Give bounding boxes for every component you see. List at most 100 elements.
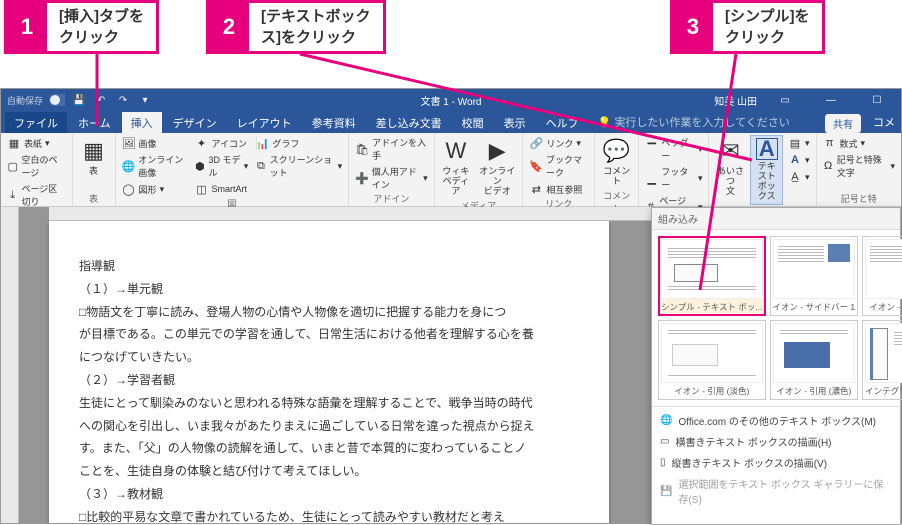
document-page[interactable]: 指導観 （１）→単元観 □物語文を丁寧に読み、登場人物の心情や人物像を適切に把握… [49,221,609,523]
comment-button[interactable]: 💬 コメント [599,135,634,189]
get-addins-button[interactable]: 🛍アドインを入手 [353,135,430,163]
gallery-more-office[interactable]: 🌐Office.com のその他のテキスト ボックス(M) [652,410,900,431]
page-break-icon: ⤓ [7,188,18,202]
gallery-item-simple-label: シンプル - テキスト ボッ... [661,301,763,313]
instruction-callouts: 1 [挿入]タブを クリック 2 [テキストボック ス]をクリック 3 [シンプ… [0,0,902,80]
tab-design[interactable]: デザイン [164,112,226,133]
autosave-label: 自動保存 [7,92,43,108]
equation-button[interactable]: π数式 ▾ [821,135,898,151]
symbol-button[interactable]: Ω記号と特殊文字 ▾ [821,152,898,180]
gallery-item-simple[interactable]: シンプル - テキスト ボッ... [658,236,766,316]
link-button[interactable]: 🔗リンク ▾ [527,135,590,151]
gallery-item-ion-quote-light[interactable]: イオン - 引用 (淡色) [658,320,766,400]
dropcap-icon: A̲ [788,170,802,184]
tab-help[interactable]: ヘルプ [537,112,588,133]
greeting-button[interactable]: ✉ あいさつ 文 [713,135,747,199]
gallery-item-integral-label: インテグラル - サイ [865,385,902,397]
lightbulb-icon: 💡 [598,117,612,129]
callout-1-num: 1 [7,3,47,51]
gallery-item-ion-quote-dark[interactable]: イオン - 引用 (濃色) [770,320,859,400]
shapes-button[interactable]: ◯図形 ▾ [120,181,190,197]
tab-mailings[interactable]: 差し込み文書 [367,112,451,133]
callout-3-text: [シンプル]を クリック [713,3,822,51]
user-name[interactable]: 知美 山田 [714,93,757,108]
ribbon-group-addins-label: アドイン [353,192,430,206]
pictures-button[interactable]: 🖼画像 [120,135,190,151]
tab-home[interactable]: ホーム [69,112,120,133]
footer-button[interactable]: ▁フッター ▾ [643,164,704,192]
gallery-save-selection[interactable]: 💾選択範囲をテキスト ボックス ギャラリーに保存(S) [652,473,900,509]
ribbon-group-symbols-label: 記号と特 [821,192,898,206]
gallery-drawh-label: 横書きテキスト ボックスの描画(H) [675,434,831,449]
ribbon-display-icon[interactable]: ▭ [767,89,803,111]
crossref-button[interactable]: ⇄相互参照 [527,181,590,197]
tab-insert[interactable]: 挿入 [122,112,162,133]
comments-toggle[interactable]: コメ [867,111,901,133]
wikipedia-icon: W [442,137,470,165]
callout-3: 3 [シンプル]を クリック [670,0,825,54]
gallery-draw-horizontal[interactable]: ▭横書きテキスト ボックスの描画(H) [652,431,900,452]
screenshot-button[interactable]: ⧉スクリーンショット ▾ [253,152,344,180]
addins-icon: ➕ [355,171,369,185]
my-addins-button[interactable]: ➕個人用アドイン ▾ [353,164,430,192]
smartart-button[interactable]: ◫SmartArt [192,181,250,197]
qat-customize-icon[interactable]: ▾ [137,92,153,108]
tab-layout[interactable]: レイアウト [228,112,301,133]
undo-icon[interactable]: ↶ [93,92,109,108]
quick-parts-button[interactable]: ▤▾ [786,135,812,151]
chart-button[interactable]: 📊グラフ [253,135,344,151]
gallery-item-ion-sidebar1[interactable]: イオン - サイドバー 1 [770,236,859,316]
my-addins-label: 個人用アドイン [372,165,420,191]
online-video-button[interactable]: ▶ オンライン ビデオ [476,135,518,199]
3dmodels-button[interactable]: ⬢3D モデル ▾ [192,152,250,180]
page-break-button[interactable]: ⤓ページ区切り [5,181,68,209]
gallery-item-integral-sidebar[interactable]: インテグラル - サイ [862,320,902,400]
dropcap-button[interactable]: A̲▾ [786,169,812,185]
link-icon: 🔗 [529,136,543,150]
comment-icon: 💬 [603,137,631,165]
ruler-vertical[interactable] [1,207,19,523]
minimize-icon[interactable]: — [813,89,849,111]
wordart-button[interactable]: A▾ [786,152,812,168]
tab-view[interactable]: 表示 [495,112,535,133]
bookmark-icon: 🔖 [529,159,543,173]
wordart-icon: A [788,153,802,167]
tab-references[interactable]: 参考資料 [303,112,365,133]
online-pictures-button[interactable]: 🌐オンライン画像 [120,152,190,180]
greeting-label: あいさつ 文 [716,167,744,197]
doc-h2: （２）→学習者観 [79,369,565,392]
share-button[interactable]: 共有 [825,114,861,133]
blank-page-button[interactable]: ▢空白のページ [5,152,68,180]
tell-me-search[interactable]: 💡 実行したい作業を入力してください [590,111,798,133]
footer-icon: ▁ [645,171,658,185]
get-addins-label: アドインを入手 [372,136,428,162]
document-title: 文書 1 - Word [421,93,482,108]
icons-button[interactable]: ✦アイコン [192,135,250,151]
gallery-item-ion-sidebar2[interactable]: イオン - サイドバ [862,236,902,316]
header-button[interactable]: ▔ヘッダー ▾ [643,135,704,163]
bookmark-button[interactable]: 🔖ブックマーク [527,152,590,180]
gallery-more-label: Office.com のその他のテキスト ボックス(M) [678,413,876,428]
ribbon-group-links: 🔗リンク ▾ 🔖ブックマーク ⇄相互参照 リンク [523,133,595,206]
tab-file[interactable]: ファイル [5,112,67,133]
maximize-icon[interactable]: ☐ [859,89,895,111]
gallery-draw-vertical[interactable]: ▯縦書きテキスト ボックスの描画(V) [652,452,900,473]
gallery-save-label: 選択範囲をテキスト ボックス ギャラリーに保存(S) [678,476,892,506]
gallery-item-ion-light-label: イオン - 引用 (淡色) [661,385,763,397]
save-icon[interactable]: 💾 [71,92,87,108]
equation-icon: π [823,136,837,150]
page-break-label: ページ区切り [21,182,65,208]
redo-icon[interactable]: ↷ [115,92,131,108]
callout-3-num: 3 [673,3,713,51]
blank-page-icon: ▢ [7,159,18,173]
doc-p5: への関心を引出し、いま我々があたりまえに過ごしている日常を違った視点から捉え [79,415,565,438]
text-box-button[interactable]: A テキスト ボックス [750,135,783,205]
table-button[interactable]: ▦ 表 [77,135,111,179]
link-label: リンク [546,137,573,150]
gallery-footer: 🌐Office.com のその他のテキスト ボックス(M) ▭横書きテキスト ボ… [652,406,900,512]
gallery-thumb-integral [865,323,902,383]
cover-page-button[interactable]: ▦表紙 ▾ [5,135,68,151]
autosave-toggle[interactable] [49,92,65,108]
wikipedia-button[interactable]: W ウィキ ペディア [439,135,473,199]
tab-review[interactable]: 校閲 [453,112,493,133]
